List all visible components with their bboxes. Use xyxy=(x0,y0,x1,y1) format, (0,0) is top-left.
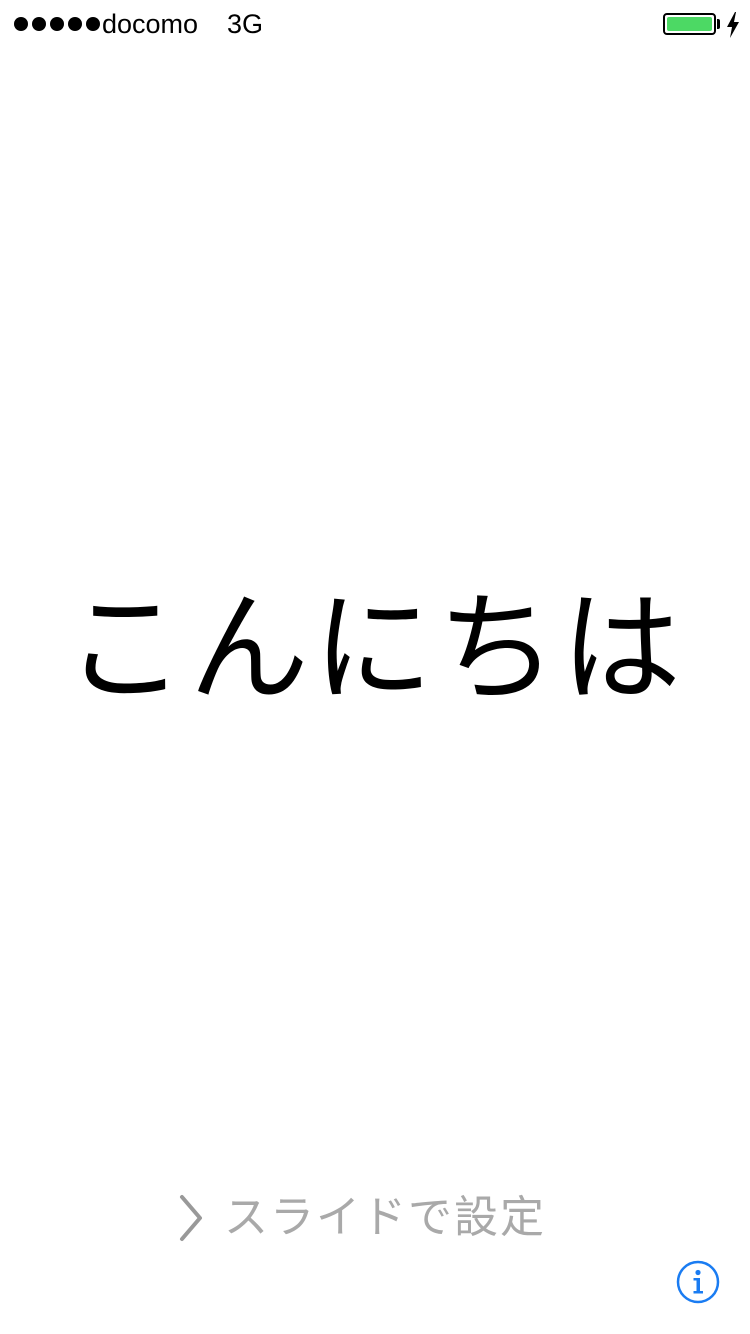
info-icon[interactable] xyxy=(676,1260,720,1304)
signal-dot xyxy=(86,17,100,31)
signal-icon xyxy=(14,17,100,31)
chevron-right-icon xyxy=(180,1195,202,1241)
signal-dot xyxy=(50,17,64,31)
network-type: 3G xyxy=(227,9,264,39)
slide-to-setup-label: スライドで設定 xyxy=(224,1192,546,1243)
signal-dot xyxy=(32,17,46,31)
greeting-text: こんにちは xyxy=(65,580,685,719)
charging-icon xyxy=(727,12,739,38)
slide-to-setup[interactable]: スライドで設定 xyxy=(176,1188,546,1248)
battery-fill xyxy=(667,17,712,31)
signal-dot xyxy=(14,17,28,31)
welcome-screen: docomo 3G こんにちは スライドで設定 xyxy=(0,0,750,1334)
signal-dot xyxy=(68,17,82,31)
status-bar: docomo 3G xyxy=(0,0,750,50)
carrier-name: docomo xyxy=(102,9,199,39)
battery-tip xyxy=(717,19,720,29)
battery-icon xyxy=(663,13,716,35)
